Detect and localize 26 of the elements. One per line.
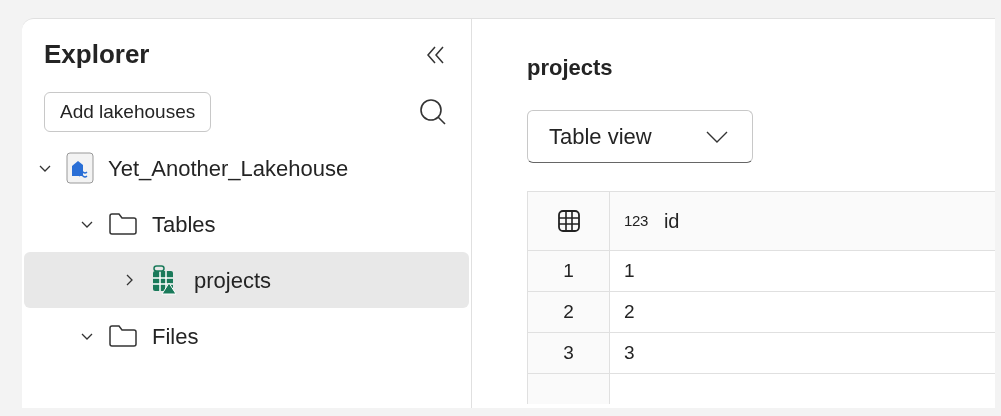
tree-item-label: Tables	[152, 210, 216, 239]
grid-icon	[557, 210, 580, 232]
column-name: id	[663, 209, 680, 234]
tree-item-label: Yet_Another_Lakehouse	[108, 154, 349, 183]
row-number-cell: 1	[528, 251, 610, 291]
row-number-cell: 2	[528, 292, 610, 332]
tree-item[interactable]: projects	[24, 252, 469, 308]
tree-item-label: projects	[194, 266, 272, 295]
tree-item[interactable]: Tables	[24, 196, 469, 252]
chevron-down-icon	[706, 130, 728, 143]
lakehouse-icon	[66, 152, 94, 184]
row-number-cell: 3	[528, 333, 610, 373]
folder-icon	[108, 324, 138, 348]
number-type-label: 123	[624, 210, 648, 231]
table-title: projects	[527, 54, 614, 82]
view-dropdown[interactable]: Table view	[527, 110, 753, 163]
search-icon[interactable]	[419, 98, 447, 126]
table-cell-text: 2	[623, 299, 636, 324]
tree-item[interactable]: Files	[24, 308, 469, 364]
table-cell-text: 3	[623, 340, 636, 365]
table-cell-text: 1	[623, 258, 636, 283]
tree-item-label: Files	[152, 322, 199, 351]
tree-item[interactable]: Yet_Another_Lakehouse	[24, 140, 469, 196]
add-lakehouses-button[interactable]: Add lakehouses	[44, 92, 212, 132]
panel-title: Explorer	[44, 38, 150, 71]
folder-icon	[108, 212, 138, 236]
